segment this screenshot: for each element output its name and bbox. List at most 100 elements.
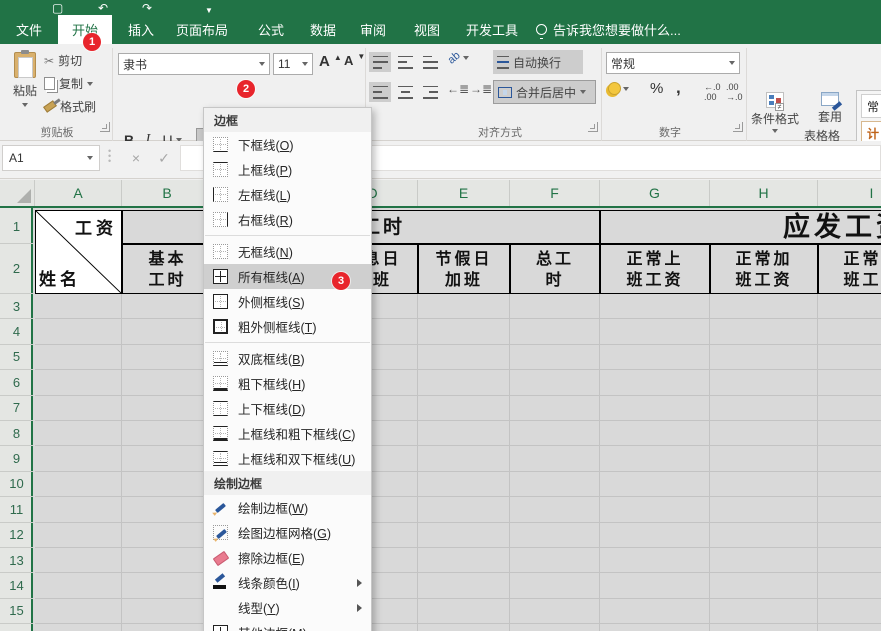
conditional-formatting-button[interactable]: ≠ 条件格式 <box>748 92 802 133</box>
menu-item-border-all[interactable]: 其他边框(M) <box>204 620 371 631</box>
menu-item-border-left[interactable]: 左框线(L) <box>204 182 371 207</box>
row-header-12[interactable]: 12 <box>0 523 33 548</box>
menu-item-line-color[interactable]: 线条颜色(I) <box>204 570 371 595</box>
grid-body[interactable]: 加班工时应发工资基本工时休息日加班节假日加班总工时正常上班工资正常加班工资正常加… <box>35 208 881 631</box>
menu-item-border-right[interactable]: 右框线(R) <box>204 207 371 232</box>
menu-item-border-double-bottom[interactable]: 双底框线(B) <box>204 346 371 371</box>
header-cell-H2[interactable]: 正常加班工资 <box>710 244 818 294</box>
header-cell-G2[interactable]: 正常上班工资 <box>600 244 710 294</box>
cancel-icon[interactable]: × <box>124 145 148 171</box>
tab-页面布局[interactable]: 页面布局 <box>162 15 242 44</box>
header-cell-I2[interactable]: 正常加班工资 <box>818 244 881 294</box>
menu-item-border-top-double-bottom[interactable]: 上框线和双下框线(U) <box>204 446 371 471</box>
shrink-font-button[interactable]: A▼ <box>344 53 365 68</box>
save-icon[interactable]: ▢ <box>52 1 63 15</box>
comma-button[interactable]: , <box>676 78 681 98</box>
select-all-corner[interactable] <box>0 180 35 206</box>
menu-item-border-thick-bottom[interactable]: 粗下框线(H) <box>204 371 371 396</box>
align-right-button[interactable] <box>419 82 441 102</box>
number-format-dropdown-icon <box>729 61 735 65</box>
row-header-10[interactable]: 10 <box>0 472 33 497</box>
row-header-8[interactable]: 8 <box>0 421 33 446</box>
clipboard-dialog-launcher[interactable] <box>100 122 110 132</box>
column-header-A[interactable]: A <box>35 180 122 206</box>
number-dialog-launcher[interactable] <box>733 122 743 132</box>
paste-button[interactable]: 粘贴 <box>6 48 44 110</box>
wrap-text-button[interactable]: 自动换行 <box>493 50 583 74</box>
tab-文件[interactable]: 文件 <box>2 15 56 44</box>
row-header-7[interactable]: 7 <box>0 396 33 421</box>
row-header-6[interactable]: 6 <box>0 370 33 395</box>
align-center-button[interactable] <box>394 82 416 102</box>
row-header-3[interactable]: 3 <box>0 294 33 319</box>
tab-插入[interactable]: 插入 <box>114 15 168 44</box>
alignment-dialog-launcher[interactable] <box>588 122 598 132</box>
row-header-14[interactable]: 14 <box>0 573 33 598</box>
font-size-combo[interactable]: 11 <box>273 53 313 75</box>
column-header-G[interactable]: G <box>600 180 710 206</box>
percent-button[interactable]: % <box>650 80 663 97</box>
gridline-horizontal <box>35 598 881 599</box>
increase-decimal-button[interactable]: ←.0.00 <box>704 82 721 102</box>
header-cell-F2[interactable]: 总工时 <box>510 244 600 294</box>
formula-bar: A1 ••• × ✓ <box>0 141 881 179</box>
header-cell-E2[interactable]: 节假日加班 <box>418 244 510 294</box>
font-name-combo[interactable]: 隶书 <box>118 53 270 75</box>
column-header-B[interactable]: B <box>122 180 213 206</box>
grow-font-button[interactable]: A▲ <box>319 53 342 70</box>
number-format-combo[interactable]: 常规 <box>606 52 740 74</box>
menu-item-border-top-thick-bottom[interactable]: 上框线和粗下框线(C) <box>204 421 371 446</box>
menu-item-border-thick-outside[interactable]: 粗外侧框线(T) <box>204 314 371 339</box>
row-header-5[interactable]: 5 <box>0 345 33 370</box>
menu-item-border-top-bottom[interactable]: 上下框线(D) <box>204 396 371 421</box>
undo-icon[interactable]: ↶ <box>98 1 108 15</box>
row-header-13[interactable]: 13 <box>0 548 33 573</box>
cut-button[interactable]: ✂ 剪切 <box>44 52 82 69</box>
format-painter-button[interactable]: 格式刷 <box>44 98 96 115</box>
step-badge-1: 1 <box>83 33 101 51</box>
row-header-15[interactable]: 15 <box>0 599 33 624</box>
menu-item-border-top[interactable]: 上框线(P) <box>204 157 371 182</box>
decrease-decimal-button[interactable]: .00→.0 <box>726 82 743 102</box>
menu-item-border-outside[interactable]: 外侧框线(S) <box>204 289 371 314</box>
name-box[interactable]: A1 <box>2 145 100 171</box>
tab-公式[interactable]: 公式 <box>244 15 298 44</box>
copy-button[interactable]: 复制 <box>44 75 93 92</box>
column-header-H[interactable]: H <box>710 180 818 206</box>
align-bottom-button[interactable] <box>419 52 441 72</box>
menu-item-erase-border[interactable]: 擦除边框(E) <box>204 545 371 570</box>
row-header-2[interactable]: 2 <box>0 244 33 294</box>
merged-cell-wages-payable[interactable]: 应发工资 <box>600 210 881 244</box>
row-header-9[interactable]: 9 <box>0 446 33 471</box>
row-header-1[interactable]: 1 <box>0 210 33 244</box>
row-header-11[interactable]: 11 <box>0 497 33 522</box>
orientation-button[interactable]: ab <box>448 52 469 64</box>
cell-style-normal[interactable]: 常 <box>861 94 881 118</box>
increase-indent-button[interactable]: →≣ <box>470 82 492 96</box>
column-header-I[interactable]: I <box>818 180 881 206</box>
menu-item-draw-border[interactable]: 绘制边框(W) <box>204 495 371 520</box>
align-top-button[interactable] <box>369 52 391 72</box>
diagonal-header-cell[interactable]: 工资姓名 <box>35 210 122 294</box>
align-left-button[interactable] <box>369 82 391 102</box>
row-header-4[interactable]: 4 <box>0 319 33 344</box>
column-header-F[interactable]: F <box>510 180 600 206</box>
enter-icon[interactable]: ✓ <box>152 145 176 171</box>
tell-me-box[interactable]: 告诉我您想要做什么... <box>536 15 681 44</box>
tab-数据[interactable]: 数据 <box>296 15 350 44</box>
menu-item-none[interactable]: 线型(Y) <box>204 595 371 620</box>
formula-bar-resize-handle[interactable]: ••• <box>108 149 111 169</box>
merge-center-button[interactable]: 合并后居中 <box>493 80 596 104</box>
header-cell-B2[interactable]: 基本工时 <box>122 244 213 294</box>
column-header-E[interactable]: E <box>418 180 510 206</box>
decrease-indent-button[interactable]: ←≣ <box>447 82 469 96</box>
menu-item-border-bottom[interactable]: 下框线(O) <box>204 132 371 157</box>
accounting-format-button[interactable] <box>608 82 629 95</box>
tab-开发工具[interactable]: 开发工具 <box>452 15 532 44</box>
menu-item-draw-border-grid[interactable]: 绘图边框网格(G) <box>204 520 371 545</box>
tab-审阅[interactable]: 审阅 <box>346 15 400 44</box>
redo-icon[interactable]: ↷ <box>142 1 152 15</box>
tab-视图[interactable]: 视图 <box>400 15 454 44</box>
align-middle-button[interactable] <box>394 52 416 72</box>
menu-item-border-none[interactable]: 无框线(N) <box>204 239 371 264</box>
